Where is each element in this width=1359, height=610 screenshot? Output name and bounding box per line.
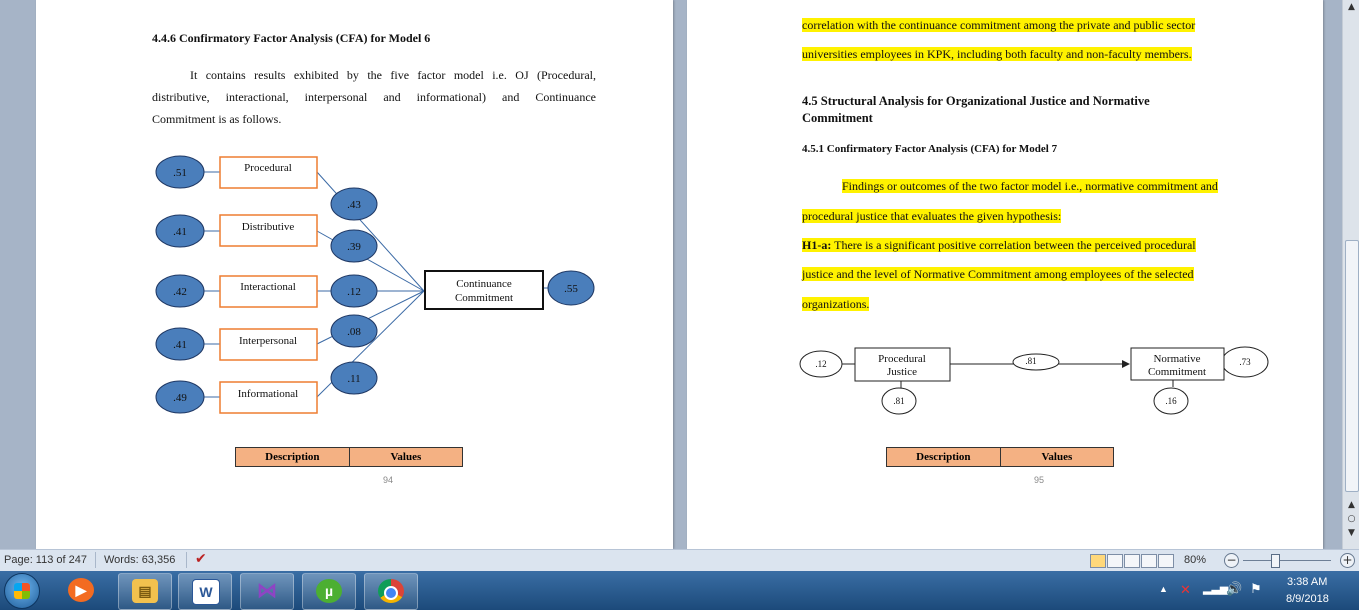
outcome-label: Continuance: [456, 278, 512, 290]
taskbar-chrome[interactable]: [364, 573, 418, 610]
previous-page-icon[interactable]: ▲: [1343, 498, 1359, 512]
taskbar-word[interactable]: W: [178, 573, 232, 610]
table-header-values: Values: [999, 447, 1115, 467]
scroll-thumb[interactable]: [1345, 240, 1359, 492]
network-warning-icon[interactable]: ✕: [1180, 582, 1191, 598]
proofing-icon[interactable]: ✔: [195, 551, 207, 567]
zoom-slider-handle[interactable]: [1271, 554, 1280, 568]
full-screen-reading-icon[interactable]: [1107, 554, 1123, 568]
outcome-label: Normative: [1153, 353, 1200, 365]
table-header-description: Description: [886, 447, 1001, 467]
error-value: .49: [173, 392, 187, 404]
page-number: 94: [383, 475, 394, 485]
error-value: .12: [815, 359, 826, 369]
word-count[interactable]: Words: 63,356: [104, 554, 175, 566]
word-icon: W: [192, 579, 220, 605]
signal-icon[interactable]: ▂▃▅: [1203, 582, 1228, 595]
taskbar-file-explorer[interactable]: ▤: [118, 573, 172, 610]
cfa-diagram-model-7: .12 Procedural Justice .81 Normative Com…: [799, 346, 1269, 415]
document-page-94[interactable]: 4.4.6 Confirmatory Factor Analysis (CFA)…: [36, 0, 673, 549]
status-bar: Page: 113 of 247 Words: 63,356 ✔ 80% − +: [0, 549, 1359, 572]
taskbar: ▶ ▤ W ⋈ µ ▲ ✕ ▂▃▅ 🔊 ⚑ 3:38 AM 8/9/2018: [0, 571, 1359, 610]
values-table: Description Values: [235, 447, 464, 467]
divider: [186, 552, 187, 568]
loading-value: .08: [347, 326, 361, 338]
factor-label: Interactional: [240, 281, 296, 293]
action-center-icon[interactable]: ⚑: [1250, 581, 1262, 597]
clock-time[interactable]: 3:38 AM: [1287, 576, 1327, 588]
clock-date[interactable]: 8/9/2018: [1286, 593, 1329, 605]
visual-studio-icon: ⋈: [257, 580, 277, 602]
error-value: .51: [173, 167, 187, 179]
error-value: .81: [893, 396, 904, 406]
vertical-scrollbar[interactable]: ▲ ▲ ○ ▼: [1342, 0, 1359, 549]
zoom-in-icon[interactable]: +: [1340, 553, 1355, 568]
zoom-slider-track[interactable]: [1243, 560, 1331, 561]
cfa-diagram-model-6: .51 .41 .42 .41 .49 Procedural Distribut…: [155, 155, 595, 414]
scroll-up-arrow-icon[interactable]: ▲: [1343, 0, 1359, 14]
table-header-values: Values: [348, 447, 464, 467]
volume-icon[interactable]: 🔊: [1226, 581, 1242, 597]
loading-value: .39: [347, 241, 361, 253]
taskbar-utorrent[interactable]: µ: [302, 573, 356, 610]
start-button[interactable]: [4, 573, 40, 609]
media-player-icon: ▶: [68, 578, 94, 602]
outcome-error-value: .55: [564, 283, 578, 295]
path-value: .81: [1025, 356, 1036, 366]
factor-label: Procedural: [878, 353, 926, 365]
factor-label: Informational: [238, 388, 298, 400]
taskbar-visual-studio[interactable]: ⋈: [240, 573, 294, 610]
table-header-description: Description: [235, 447, 350, 467]
taskbar-media-player[interactable]: ▶: [54, 573, 104, 608]
error-value: .16: [1165, 396, 1177, 406]
folder-icon: ▤: [132, 579, 158, 603]
factor-label: Justice: [887, 366, 917, 378]
next-page-icon[interactable]: ▼: [1343, 526, 1359, 540]
error-value: .41: [173, 339, 187, 351]
outcome-label: Commitment: [455, 292, 513, 304]
loading-value: .12: [347, 286, 361, 298]
loading-value: .11: [347, 373, 360, 385]
chrome-icon: [378, 579, 404, 603]
page-number: 95: [1034, 475, 1045, 485]
document-page-95[interactable]: correlation with the continuance commitm…: [687, 0, 1323, 549]
utorrent-icon: µ: [316, 579, 342, 603]
error-value: .41: [173, 226, 187, 238]
factor-label: Interpersonal: [239, 335, 297, 347]
windows-logo-icon: [14, 583, 30, 599]
values-table: Description Values: [886, 447, 1115, 467]
error-value: .73: [1239, 357, 1251, 367]
factor-label: Distributive: [242, 221, 295, 233]
divider: [95, 552, 96, 568]
factor-label: Procedural: [244, 162, 292, 174]
document-workspace: 4.4.6 Confirmatory Factor Analysis (CFA)…: [0, 0, 1342, 549]
outline-view-icon[interactable]: [1141, 554, 1157, 568]
error-value: .42: [173, 286, 187, 298]
loading-value: .43: [347, 199, 361, 211]
page-count[interactable]: Page: 113 of 247: [4, 554, 87, 566]
zoom-out-icon[interactable]: −: [1224, 553, 1239, 568]
web-layout-icon[interactable]: [1124, 554, 1140, 568]
outcome-label: Commitment: [1148, 366, 1206, 378]
browse-object-icon[interactable]: ○: [1343, 512, 1359, 526]
show-hidden-icons[interactable]: ▲: [1159, 584, 1168, 594]
draft-view-icon[interactable]: [1158, 554, 1174, 568]
zoom-level[interactable]: 80%: [1184, 554, 1206, 566]
print-layout-view-icon[interactable]: [1090, 554, 1106, 568]
